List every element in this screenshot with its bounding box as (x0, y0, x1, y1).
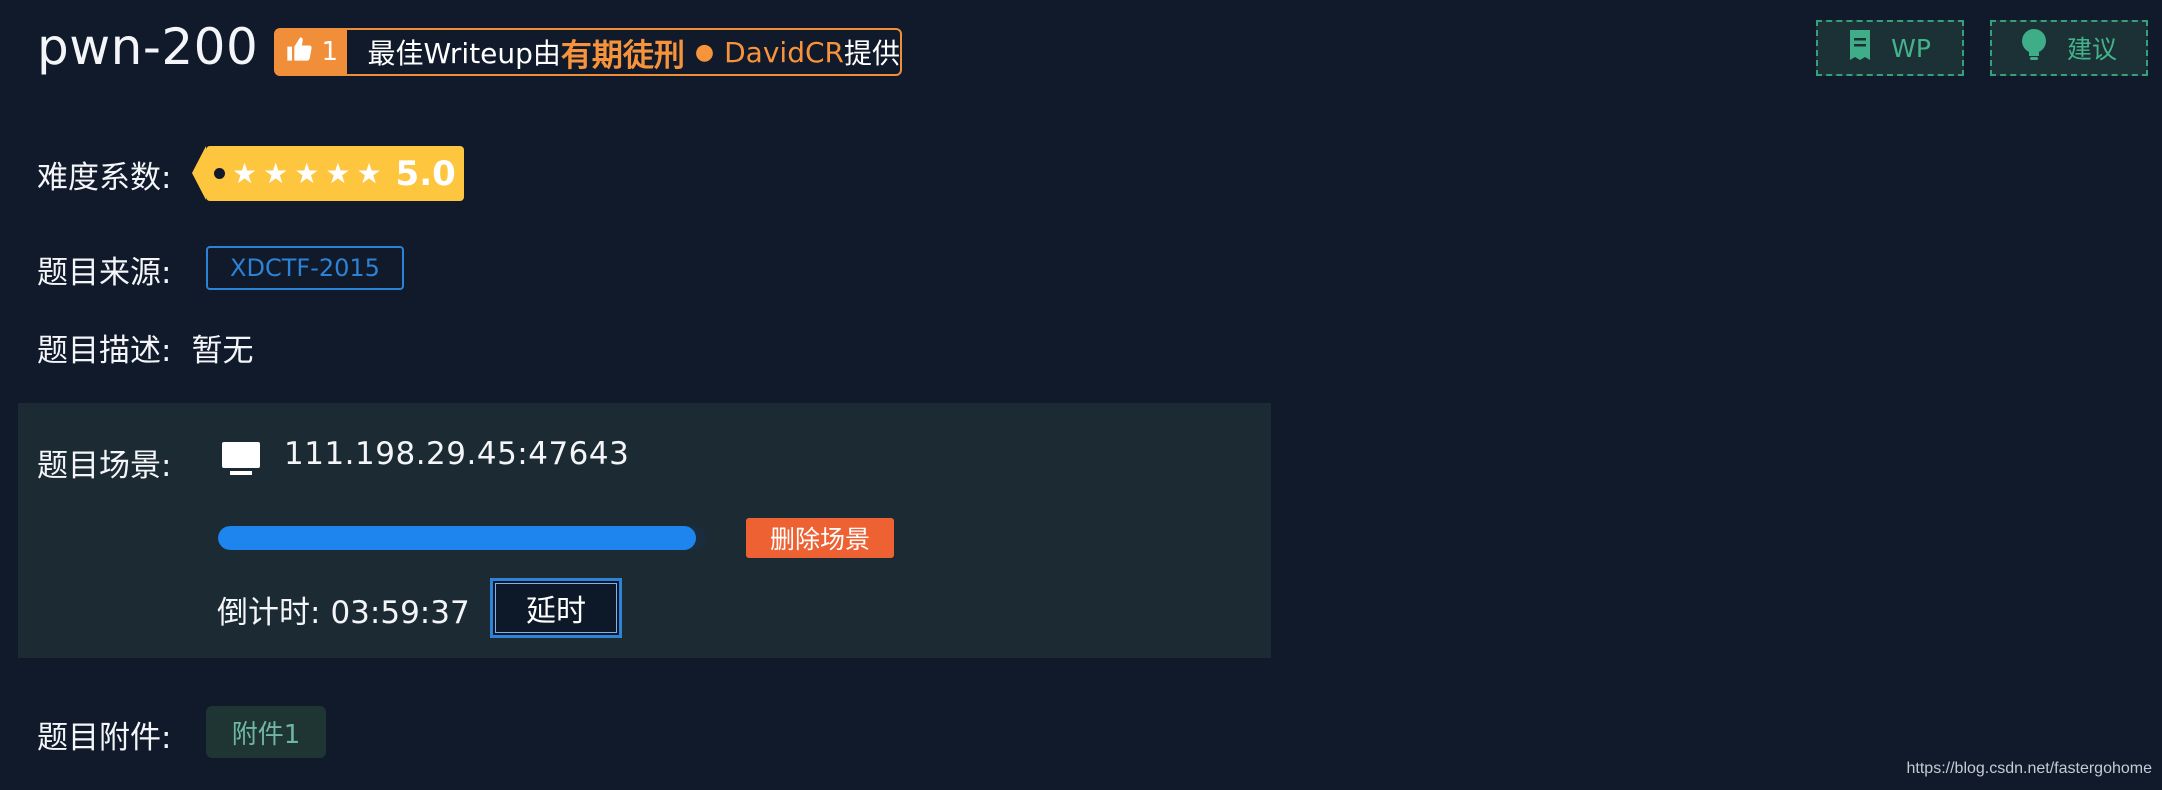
separator-dot-icon: ● (694, 39, 715, 65)
countdown-value: 03:59:37 (330, 595, 470, 631)
attachment-label: 题目附件: (37, 720, 172, 756)
description-value: 暂无 (191, 333, 254, 369)
description-label-text: 题目描述: (37, 333, 172, 369)
writeup-prefix: 最佳Writeup由 (367, 37, 561, 70)
suggest-button-label: 建议 (2066, 35, 2117, 64)
difficulty-rating-tag: ★ ★ ★ ★ ★ 5.0 (192, 146, 464, 201)
star-icon: ★ (263, 156, 289, 190)
attachment-button[interactable]: 附件1 (206, 706, 326, 758)
scene-label: 题目场景: (37, 448, 172, 484)
page-title: pwn-200 (37, 18, 259, 76)
wp-button-label: WP (1891, 33, 1931, 63)
source-label: 题目来源: (37, 255, 172, 291)
countdown: 倒计时: 03:59:37 (217, 587, 470, 632)
lightbulb-icon (2021, 29, 2047, 67)
star-icon: ★ (232, 156, 258, 190)
difficulty-score: 5.0 (395, 153, 456, 194)
thumbs-up-icon (285, 35, 313, 70)
tag-hole-icon (214, 168, 225, 179)
star-icon: ★ (294, 156, 320, 190)
like-button[interactable]: 1 (276, 30, 348, 74)
scene-progress-bar (218, 526, 706, 550)
document-icon (1849, 30, 1871, 66)
source-tag[interactable]: XDCTF-2015 (206, 246, 404, 290)
description-label: 题目描述: 暂无 (37, 325, 253, 370)
suggest-button[interactable]: 建议 (1990, 20, 2148, 76)
like-count: 1 (321, 37, 338, 67)
star-icon: ★ (356, 156, 382, 190)
wp-button[interactable]: WP (1816, 20, 1964, 76)
writeup-team[interactable]: 有期徒刑 (561, 30, 685, 75)
star-icon: ★ (325, 156, 351, 190)
writeup-author[interactable]: DavidCR (724, 36, 844, 69)
watermark: https://blog.csdn.net/fastergohome (1906, 760, 2152, 777)
writeup-suffix: 提供 (843, 37, 900, 70)
scene-address[interactable]: 111.198.29.45:47643 (284, 436, 629, 472)
scene-progress-fill (218, 526, 697, 550)
countdown-label: 倒计时: (217, 595, 321, 631)
monitor-icon (222, 442, 260, 476)
difficulty-label: 难度系数: (37, 160, 172, 196)
delay-button[interactable]: 延时 (490, 578, 622, 638)
delete-scene-button[interactable]: 删除场景 (746, 518, 894, 558)
writeup-credit: 最佳Writeup由 有期徒刑 ● DavidCR 提供 (347, 30, 900, 75)
best-writeup-badge[interactable]: 1 最佳Writeup由 有期徒刑 ● DavidCR 提供 (274, 28, 902, 76)
